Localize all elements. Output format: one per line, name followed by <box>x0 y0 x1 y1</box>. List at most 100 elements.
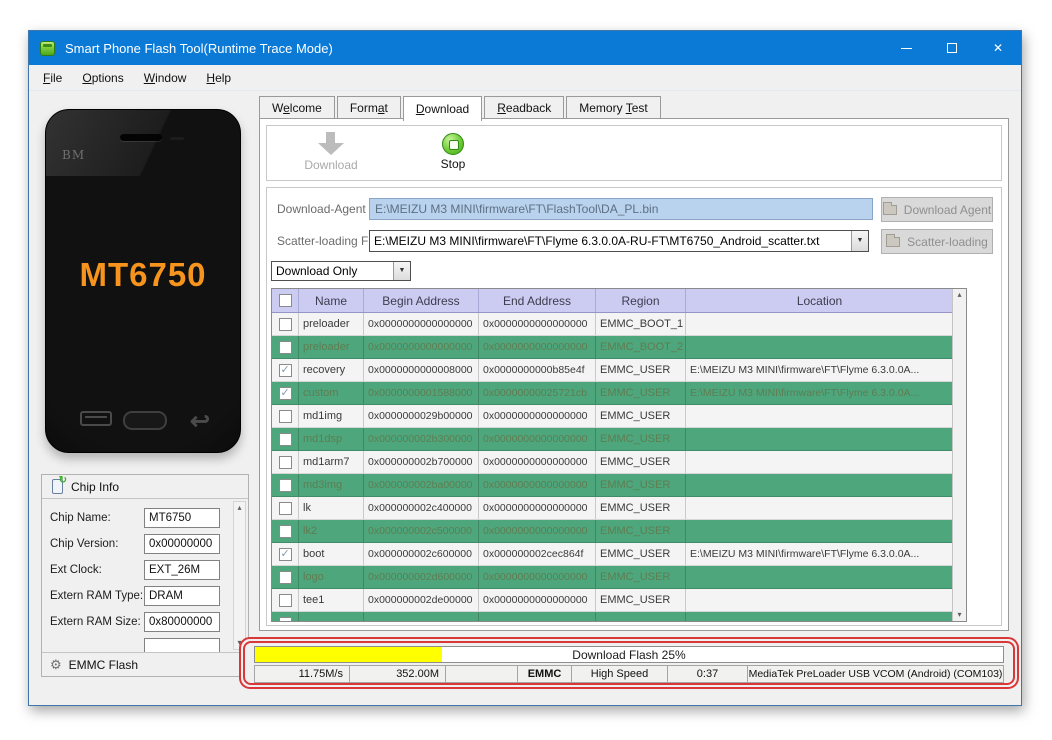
partition-table-body: preloader 0x0000000000000000 0x00000000000… <box>272 313 966 621</box>
column-header-name[interactable]: Name <box>299 289 364 312</box>
chevron-down-icon[interactable]: ▼ <box>851 231 868 251</box>
scroll-up-icon[interactable]: ▴ <box>953 289 966 301</box>
column-header-region[interactable]: Region <box>596 289 686 312</box>
table-row-lk[interactable]: lk 0x000000002c400000 0x0000000000000000 EM… <box>272 497 966 520</box>
progress-label: Download Flash 25% <box>572 648 686 662</box>
stop-button[interactable]: Stop <box>407 132 499 171</box>
location: E:\MEIZU M3 MINI\firmware\FT\Flyme 6.3.0… <box>686 382 954 404</box>
menu-item-help[interactable]: Help <box>196 67 241 89</box>
begin-address: 0x000000002de00000 <box>364 589 479 611</box>
phone-menu-icon <box>80 411 112 426</box>
close-icon: ✕ <box>992 41 1004 55</box>
download-mode-value[interactable] <box>272 262 393 280</box>
table-row-md1arm7[interactable]: md1arm7 0x000000002b700000 0x0000000000000… <box>272 451 966 474</box>
row-checkbox[interactable] <box>278 409 292 423</box>
download-agent-field[interactable] <box>369 198 873 220</box>
row-checkbox[interactable] <box>278 570 292 584</box>
speed-cell: 11.75M/s <box>254 665 350 683</box>
download-agent-button[interactable]: Download Agent <box>881 197 993 222</box>
row-checkbox[interactable] <box>278 432 292 446</box>
end-address: 0x0000000000000000 <box>479 336 596 358</box>
end-address: 0x0000000000000000 <box>479 313 596 335</box>
location <box>686 612 954 621</box>
row-checkbox[interactable] <box>278 501 292 515</box>
download-button-label: Download <box>304 158 358 172</box>
chip-field-value[interactable] <box>144 560 220 580</box>
chip-field-value[interactable] <box>144 586 220 606</box>
menu-item-options[interactable]: Options <box>72 67 133 89</box>
table-row-md1dsp[interactable]: md1dsp 0x000000002b300000 0x00000000000000… <box>272 428 966 451</box>
app-icon <box>40 40 55 56</box>
tab-download[interactable]: Download <box>402 96 483 121</box>
row-checkbox[interactable] <box>278 593 292 607</box>
folder-icon <box>886 233 901 247</box>
table-row-preloader[interactable]: preloader 0x0000000000000000 0x00000000000… <box>272 313 966 336</box>
gear-icon: ⚙ <box>50 656 62 672</box>
row-checkbox[interactable] <box>278 363 292 377</box>
begin-address: 0x000000002c400000 <box>364 497 479 519</box>
scatter-loading-button[interactable]: Scatter-loading <box>881 229 993 254</box>
row-checkbox[interactable] <box>278 524 292 538</box>
row-checkbox[interactable] <box>278 616 292 621</box>
scroll-down-icon[interactable]: ▾ <box>953 609 966 621</box>
scatter-file-input[interactable] <box>370 231 851 251</box>
chip-field-chip-version: Chip Version: <box>50 533 220 555</box>
close-button[interactable]: ✕ <box>975 31 1021 65</box>
region: EMMC_USER <box>596 520 686 542</box>
chip-info-scrollbar[interactable]: ▴ ▾ <box>233 501 246 650</box>
end-address: 0x00000000025721cb <box>479 382 596 404</box>
minimize-button[interactable] <box>883 31 929 65</box>
row-checkbox[interactable] <box>278 547 292 561</box>
region: EMMC_BOOT_2 <box>596 336 686 358</box>
scatter-file-combo[interactable]: ▼ <box>369 230 869 252</box>
menu-item-file[interactable]: File <box>33 67 72 89</box>
chip-field-value[interactable] <box>144 508 220 528</box>
partition-name: md3img <box>299 474 364 496</box>
chevron-down-icon[interactable]: ▼ <box>393 262 410 280</box>
row-checkbox[interactable] <box>278 340 292 354</box>
row-checkbox[interactable] <box>278 386 292 400</box>
maximize-button[interactable] <box>929 31 975 65</box>
table-row-custom[interactable]: custom0x00000000015880000x00000000025721… <box>272 382 966 405</box>
table-row-md3img[interactable]: md3img 0x000000002ba00000 0x00000000000000… <box>272 474 966 497</box>
table-row-partial[interactable] <box>272 612 966 621</box>
begin-address: 0x000000002c500000 <box>364 520 479 542</box>
table-row-recovery[interactable]: recovery0x00000000000080000x0000000000b8… <box>272 359 966 382</box>
tab-format[interactable]: Format <box>336 96 401 118</box>
column-header-end-address[interactable]: End Address <box>479 289 596 312</box>
titlebar[interactable]: Smart Phone Flash Tool(Runtime Trace Mod… <box>29 31 1021 65</box>
select-all-checkbox[interactable] <box>278 294 292 307</box>
tab-readback[interactable]: Readback <box>484 96 565 118</box>
partition-name: tee1 <box>299 589 364 611</box>
table-row-boot[interactable]: boot0x000000002c6000000x000000002cec864f… <box>272 543 966 566</box>
download-button[interactable]: Download <box>285 132 377 172</box>
tab-welcome[interactable]: Welcome <box>259 96 335 118</box>
row-checkbox[interactable] <box>278 478 292 492</box>
chip-field-value[interactable] <box>144 534 220 554</box>
client-area: BM MT6750 ↩ ↻ Chip Info ▴ ▾ Chip Name: Ch… <box>29 91 1021 705</box>
chip-field-value[interactable] <box>144 612 220 632</box>
table-scrollbar[interactable]: ▴ ▾ <box>952 289 966 621</box>
column-header-begin-address[interactable]: Begin Address <box>364 289 479 312</box>
table-row-tee1[interactable]: tee1 0x000000002de00000 0x0000000000000000… <box>272 589 966 612</box>
menu-item-window[interactable]: Window <box>134 67 197 89</box>
table-row-md1img[interactable]: md1img 0x0000000029b00000 0x00000000000000… <box>272 405 966 428</box>
chip-info-panel: ↻ Chip Info ▴ ▾ Chip Name: Chip Version: E… <box>41 474 249 677</box>
empty-cell <box>446 665 518 683</box>
download-mode-select[interactable]: ▼ <box>271 261 411 281</box>
end-address: 0x0000000000000000 <box>479 589 596 611</box>
chip-field-value[interactable] <box>144 638 220 652</box>
partition-name: md1dsp <box>299 428 364 450</box>
column-header-location[interactable]: Location <box>686 289 954 312</box>
table-row-preloader[interactable]: preloader 0x0000000000000000 0x00000000000… <box>272 336 966 359</box>
chip-field-extern-ram-size: Extern RAM Size: <box>50 611 220 633</box>
status-bar: 11.75M/s 352.00M EMMC High Speed 0:37 MediaTe… <box>254 665 1004 683</box>
partition-name: custom <box>299 382 364 404</box>
location <box>686 405 954 427</box>
table-row-lk2[interactable]: lk2 0x000000002c500000 0x0000000000000000 E… <box>272 520 966 543</box>
row-checkbox[interactable] <box>278 455 292 469</box>
row-checkbox[interactable] <box>278 317 292 331</box>
tab-memory-test[interactable]: Memory Test <box>566 96 661 118</box>
scroll-up-icon[interactable]: ▴ <box>234 502 245 514</box>
table-row-logo[interactable]: logo 0x000000002d600000 0x0000000000000000… <box>272 566 966 589</box>
